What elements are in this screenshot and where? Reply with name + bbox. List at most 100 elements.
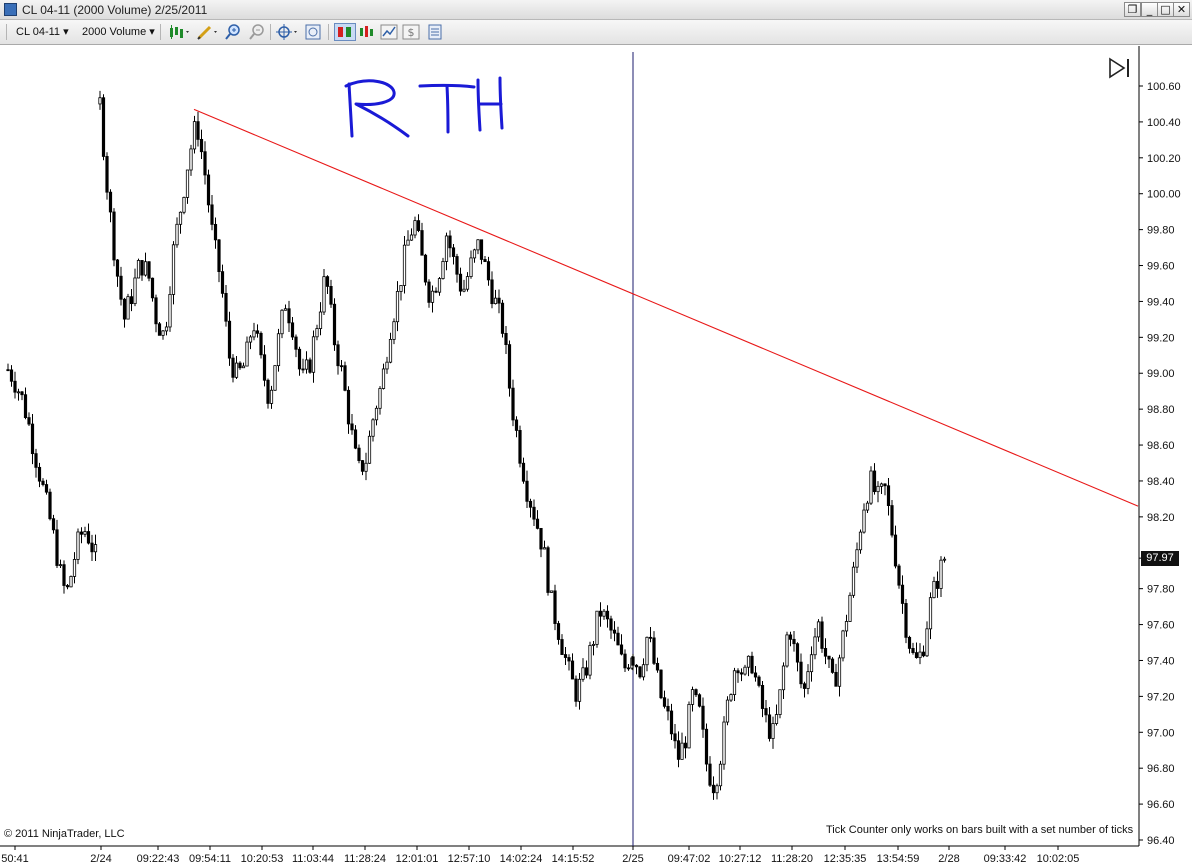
candle-down (553, 590, 557, 624)
candle-down (626, 667, 631, 670)
candle-up (942, 558, 947, 561)
candle-up (69, 576, 73, 588)
close-button[interactable]: ✕ (1173, 2, 1190, 17)
candle-up (722, 721, 726, 765)
restore-button[interactable]: ❐ (1124, 2, 1141, 17)
crosshair-icon[interactable] (276, 23, 300, 41)
x-tick-label: 09:33:42 (984, 853, 1027, 865)
candle-down (213, 223, 218, 241)
candle-up (273, 365, 277, 391)
candle-up (143, 261, 148, 276)
candle-up (164, 326, 169, 332)
candle-down (521, 462, 526, 482)
candle-up (381, 368, 386, 389)
candle-down (514, 419, 519, 431)
candle-down (570, 660, 575, 680)
candle-down (750, 655, 754, 674)
candle-down (655, 662, 660, 671)
candle-down (753, 672, 758, 678)
candle-up (876, 485, 880, 493)
candle-down (893, 534, 898, 567)
properties-icon[interactable]: $ (402, 23, 420, 41)
strategies-icon[interactable] (358, 23, 376, 41)
candle-up (322, 276, 326, 313)
candle-down (563, 654, 568, 658)
candle-up (72, 559, 77, 577)
candle-up (444, 235, 449, 262)
candle-down (827, 655, 831, 660)
y-tick-label: 99.40 (1147, 296, 1175, 308)
zoom-in-icon[interactable] (224, 23, 242, 41)
candle-down (616, 632, 620, 646)
candle-up (781, 665, 786, 691)
candle-up (192, 121, 197, 150)
candle-down (458, 273, 463, 292)
candle-up (778, 689, 782, 715)
candle-up (378, 388, 382, 409)
y-tick-label: 97.00 (1147, 727, 1175, 739)
candle-down (900, 584, 905, 604)
candle-up (858, 531, 863, 551)
price-chart[interactable]: 100.60 100.40 100.20 100.00 99.80 99.60 99.40 9… (0, 46, 1192, 866)
chart-panel[interactable]: 100.60 100.40 100.20 100.00 99.80 99.60 99.40 9… (0, 46, 1192, 866)
candle-down (290, 322, 295, 338)
candle-down (799, 661, 803, 685)
data-box-icon[interactable] (304, 23, 322, 41)
candle-down (764, 708, 768, 716)
window-linking-icon[interactable] (426, 23, 444, 41)
y-tick-label: 96.80 (1147, 763, 1175, 775)
candle-down (427, 281, 431, 303)
scroll-to-end-icon[interactable] (1108, 57, 1132, 84)
x-tick-label: 09:22:43 (137, 853, 180, 865)
y-tick-label: 99.80 (1147, 225, 1175, 237)
candle-up (385, 361, 389, 370)
candle-down (325, 276, 330, 287)
candle-up (837, 657, 842, 687)
maximize-button[interactable]: □ (1157, 2, 1174, 17)
drawing-tools-icon[interactable] (196, 23, 220, 41)
period-selector[interactable]: 2000 Volume ▾ (82, 22, 155, 42)
candle-down (511, 387, 515, 421)
indicators-icon[interactable] (380, 23, 398, 41)
candle-down (598, 610, 603, 617)
candle-down (518, 430, 522, 464)
bar-type-icon[interactable] (168, 23, 192, 41)
candle-down (483, 259, 487, 263)
candle-up (771, 723, 775, 739)
candle-down (609, 618, 613, 631)
candle-down (86, 531, 91, 544)
candle-down (41, 480, 45, 485)
chart-trader-icon[interactable] (334, 23, 356, 41)
candle-up (680, 742, 684, 760)
candle-down (897, 565, 901, 586)
zoom-out-icon[interactable] (248, 23, 266, 41)
instrument-selector[interactable]: CL 04-11 ▾ (16, 22, 69, 42)
candle-up (493, 297, 498, 305)
candle-down (883, 483, 887, 487)
candle-up (402, 244, 407, 286)
candle-up (865, 502, 870, 511)
candle-down (23, 394, 28, 418)
candle-up (304, 359, 309, 370)
candle-down (13, 380, 17, 393)
candle-down (823, 648, 828, 657)
candle-down (423, 254, 428, 283)
candle-down (634, 664, 639, 668)
candle-up (732, 670, 737, 695)
candle-down (556, 623, 561, 640)
x-tick-label: 12:57:10 (448, 853, 491, 865)
window-titlebar: CL 04-11 (2000 Volume) 2/25/2011 ❐ _ □ ✕ (0, 0, 1192, 20)
candle-down (51, 518, 56, 531)
minimize-button[interactable]: _ (1141, 2, 1158, 17)
candle-down (238, 362, 242, 369)
candle-down (37, 466, 42, 482)
candle-down (669, 710, 674, 735)
candle-up (472, 249, 477, 259)
y-tick-label: 98.60 (1147, 440, 1175, 452)
candle-down (605, 610, 610, 620)
candle-up (364, 462, 368, 472)
candle-up (725, 699, 730, 723)
candle-up (133, 277, 137, 305)
period-label: 2000 Volume (82, 26, 147, 38)
y-tick-label: 97.60 (1147, 620, 1175, 632)
